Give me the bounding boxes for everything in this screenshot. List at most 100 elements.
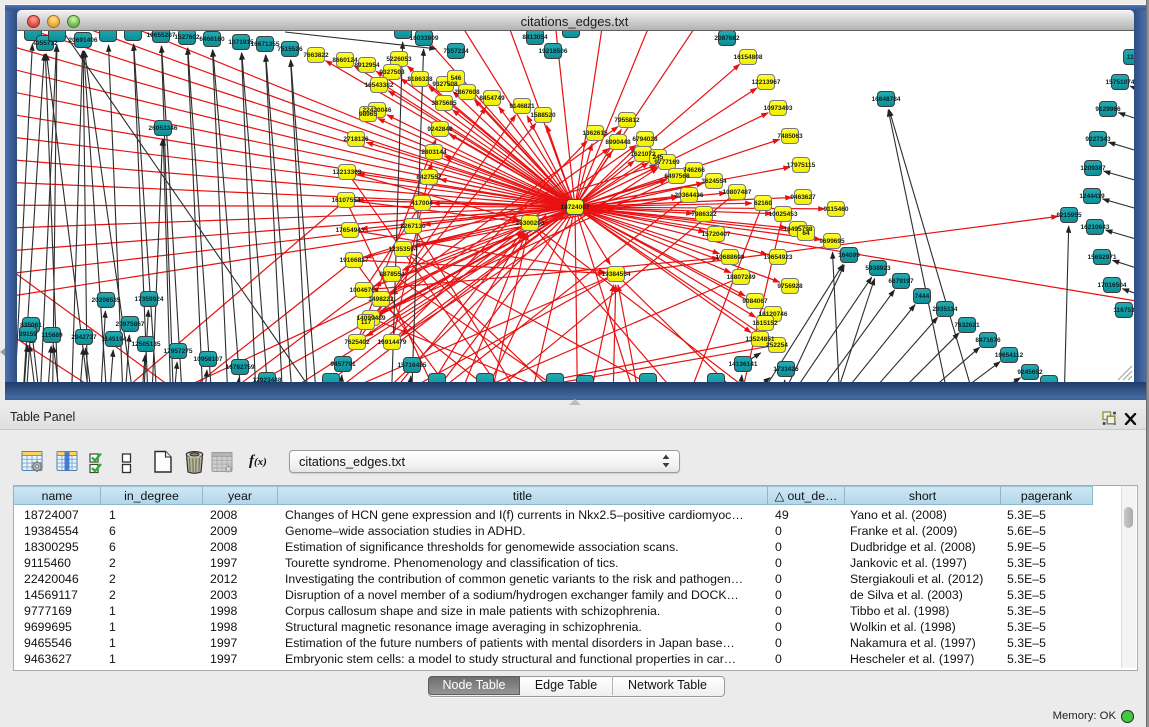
svg-text:9756928: 9756928 [777,283,803,290]
svg-text:9699695: 9699695 [819,238,845,245]
svg-text:6794028: 6794028 [632,136,658,143]
svg-text:16120746: 16120746 [759,311,788,318]
svg-text:16671355: 16671355 [251,41,280,48]
svg-text:8267130: 8267130 [400,223,426,230]
svg-text:17975115: 17975115 [787,162,816,169]
svg-text:15716485: 15716485 [398,362,427,369]
svg-text:4055712: 4055712 [32,40,58,47]
svg-text:2935114: 2935114 [933,306,958,313]
svg-text:19218506: 19218506 [539,48,568,55]
svg-text:8912954: 8912954 [354,62,380,69]
svg-text:9463627: 9463627 [790,194,816,201]
svg-text:1209387: 1209387 [1080,165,1106,172]
svg-text:12505135: 12505135 [132,341,161,348]
svg-text:15720407: 15720407 [702,231,731,238]
svg-text:62160: 62160 [754,200,772,207]
svg-text:111: 111 [1127,54,1134,61]
svg-text:10025453: 10025453 [769,211,798,218]
svg-text:5226053: 5226053 [386,56,412,63]
svg-text:9327503: 9327503 [379,69,405,76]
svg-text:20364436: 20364436 [675,192,704,199]
svg-text:18724007: 18724007 [561,204,590,211]
svg-text:18807249: 18807249 [727,274,756,281]
svg-text:7955812: 7955812 [614,117,640,124]
svg-text:10958107: 10958107 [194,356,223,363]
svg-text:6679197: 6679197 [888,278,914,285]
svg-text:25300203: 25300203 [516,220,545,227]
svg-text:8186328: 8186328 [407,76,433,83]
svg-text:5938923: 5938923 [865,265,891,272]
svg-text:19384554: 19384554 [602,271,631,278]
svg-text:164099: 164099 [838,252,860,259]
svg-text:15751074: 15751074 [1106,79,1134,86]
svg-text:9457791: 9457791 [330,361,356,368]
svg-text:19166827: 19166827 [340,257,369,264]
svg-text:1244419: 1244419 [1079,193,1105,200]
svg-text:12353594: 12353594 [389,246,418,253]
svg-text:7625402: 7625402 [344,339,370,346]
svg-text:16033809: 16033809 [410,35,439,42]
svg-text:417004: 417004 [411,200,433,207]
svg-text:26053346: 26053346 [149,125,178,132]
svg-text:10655287: 10655287 [147,32,176,39]
svg-text:2803144: 2803144 [421,149,447,156]
svg-text:16648784: 16648784 [872,96,901,103]
svg-text:17016504: 17016504 [1098,282,1127,289]
svg-text:8454749: 8454749 [479,95,505,102]
svg-text:2718126: 2718126 [343,136,369,143]
svg-text:3875685: 3875685 [431,100,457,107]
svg-text:64: 64 [802,230,810,237]
svg-text:7444: 7444 [915,293,930,300]
svg-text:20975867: 20975867 [116,321,145,328]
svg-text:10654112: 10654112 [995,352,1024,359]
svg-text:9084067: 9084067 [742,298,768,305]
svg-text:98965: 98965 [359,111,377,118]
svg-text:20206535: 20206535 [92,297,121,304]
svg-text:17359924: 17359924 [135,296,164,303]
svg-text:9115460: 9115460 [824,206,849,213]
svg-text:15692971: 15692971 [1088,254,1117,261]
svg-text:9146821: 9146821 [509,103,535,110]
svg-text:546: 546 [451,75,462,82]
svg-text:16107554: 16107554 [332,197,361,204]
svg-text:17957275: 17957275 [164,348,193,355]
svg-text:115689: 115689 [41,332,63,339]
svg-text:2087682: 2087682 [714,35,740,42]
svg-text:12213369: 12213369 [333,169,362,176]
svg-text:7632621: 7632621 [954,322,980,329]
svg-text:1588520: 1588520 [530,112,556,119]
svg-text:252254: 252254 [766,342,788,349]
svg-text:6497568: 6497568 [664,173,690,180]
svg-text:16210643: 16210643 [1081,224,1110,231]
svg-text:19654923: 19654923 [764,254,793,261]
svg-text:16782759: 16782759 [226,364,255,371]
svg-text:17654943: 17654943 [336,227,365,234]
svg-text:10973493: 10973493 [764,105,793,112]
svg-text:16154808: 16154808 [734,54,763,61]
svg-text:3498222: 3498222 [368,296,394,303]
svg-text:1615152: 1615152 [752,320,778,327]
svg-text:116753: 116753 [1113,307,1134,314]
svg-text:12923448: 12923448 [253,377,282,382]
svg-text:14136141: 14136141 [729,361,758,368]
svg-text:835061: 835061 [20,322,42,329]
svg-text:20691406: 20691406 [69,37,98,44]
svg-text:10688609: 10688609 [716,254,745,261]
svg-text:7357224: 7357224 [443,48,469,55]
svg-text:8990448: 8990448 [605,139,631,146]
svg-text:16543382: 16543382 [365,82,394,89]
svg-text:7986322: 7986322 [691,211,717,218]
svg-text:9227343: 9227343 [1085,136,1111,143]
svg-text:7663822: 7663822 [303,52,329,59]
svg-text:10046766: 10046766 [350,287,379,294]
svg-text:12213967: 12213967 [752,79,781,86]
svg-text:9129966: 9129966 [1095,106,1121,113]
svg-text:2867608: 2867608 [454,89,480,96]
svg-text:7515526: 7515526 [277,46,303,53]
svg-text:8878554: 8878554 [379,271,405,278]
svg-text:6466160: 6466160 [199,36,225,43]
svg-text:9777169: 9777169 [654,159,680,166]
svg-text:117: 117 [361,319,372,326]
svg-text:39159: 39159 [19,331,37,338]
svg-text:1362615: 1362615 [582,130,608,137]
